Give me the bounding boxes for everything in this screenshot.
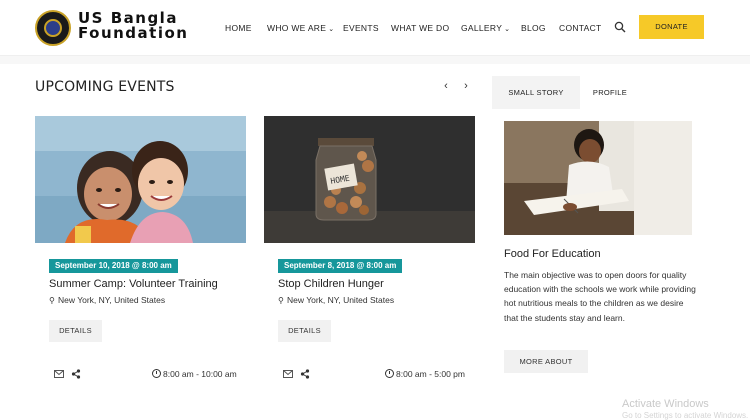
foundation-logo[interactable]: [35, 10, 71, 46]
event-image-stop-hunger[interactable]: HOME: [264, 116, 475, 243]
section-title: UPCOMING EVENTS: [35, 79, 175, 95]
event-time: 8:00 am - 5:00 pm: [385, 369, 465, 379]
chevron-left-icon: ‹: [444, 80, 448, 92]
carousel-prev-button[interactable]: ‹: [438, 78, 454, 94]
event-time: 8:00 am - 10:00 am: [152, 369, 237, 379]
story-text: The main objective was to open doors for…: [504, 270, 696, 323]
event-date-badge: September 8, 2018 @ 8:00 am: [278, 259, 403, 273]
event-location: ⚲ New York, NY, United States: [278, 295, 394, 305]
header-divider: [0, 56, 750, 64]
coin-jar-photo: HOME: [264, 116, 475, 243]
nav-gallery[interactable]: GALLERY ⌄: [461, 23, 510, 33]
brand-name[interactable]: US Bangla Foundation: [78, 11, 188, 41]
share-icon[interactable]: [300, 369, 310, 379]
share-icon[interactable]: [71, 369, 81, 379]
chevron-down-icon: ⌄: [504, 26, 511, 33]
event-time-text: 8:00 am - 10:00 am: [163, 369, 237, 379]
donate-button[interactable]: DONATE: [639, 15, 704, 39]
chevron-right-icon: ›: [464, 80, 468, 92]
event-title[interactable]: Summer Camp: Volunteer Training: [49, 278, 218, 290]
nav-what-we-do[interactable]: WHAT WE DO: [391, 23, 449, 33]
activate-windows-watermark: Activate Windows: [622, 398, 709, 410]
event-image-summer-camp[interactable]: [35, 116, 246, 243]
clock-icon: [152, 369, 161, 378]
event-location: ⚲ New York, NY, United States: [49, 295, 165, 305]
nav-events[interactable]: EVENTS: [343, 23, 379, 33]
story-title[interactable]: Food For Education: [504, 248, 601, 260]
more-about-button[interactable]: MORE ABOUT: [504, 350, 588, 373]
nav-who-we-are-label: WHO WE ARE: [267, 23, 327, 33]
student-photo: [504, 121, 692, 235]
nav-contact[interactable]: CONTACT: [559, 23, 602, 33]
carousel-next-button[interactable]: ›: [458, 78, 474, 94]
nav-blog[interactable]: BLOG: [521, 23, 546, 33]
event-location-text: New York, NY, United States: [58, 295, 166, 305]
event-time-text: 8:00 am - 5:00 pm: [396, 369, 465, 379]
location-pin-icon: ⚲: [49, 296, 55, 305]
story-tabs: SMALL STORY PROFILE: [492, 76, 700, 109]
event-location-text: New York, NY, United States: [287, 295, 395, 305]
brand-line-2: Foundation: [78, 24, 189, 42]
event-title[interactable]: Stop Children Hunger: [278, 278, 384, 290]
email-icon[interactable]: [54, 370, 64, 378]
logo-emblem: [44, 19, 62, 37]
event-details-button[interactable]: DETAILS: [49, 320, 102, 342]
story-image: [504, 121, 692, 235]
site-header: US Bangla Foundation HOME WHO WE ARE ⌄ EV…: [0, 0, 750, 56]
chevron-down-icon: ⌄: [328, 26, 335, 33]
email-icon[interactable]: [283, 370, 293, 378]
children-photo: [35, 116, 246, 243]
search-icon[interactable]: [614, 21, 626, 33]
event-date-badge: September 10, 2018 @ 8:00 am: [49, 259, 178, 273]
clock-icon: [385, 369, 394, 378]
activate-windows-subtext: Go to Settings to activate Windows.: [622, 411, 749, 420]
nav-gallery-label: GALLERY: [461, 23, 503, 33]
event-details-button[interactable]: DETAILS: [278, 320, 331, 342]
location-pin-icon: ⚲: [278, 296, 284, 305]
tab-profile[interactable]: PROFILE: [580, 76, 640, 109]
nav-home[interactable]: HOME: [225, 23, 252, 33]
nav-who-we-are[interactable]: WHO WE ARE ⌄: [267, 23, 334, 33]
tab-small-story[interactable]: SMALL STORY: [492, 76, 580, 109]
